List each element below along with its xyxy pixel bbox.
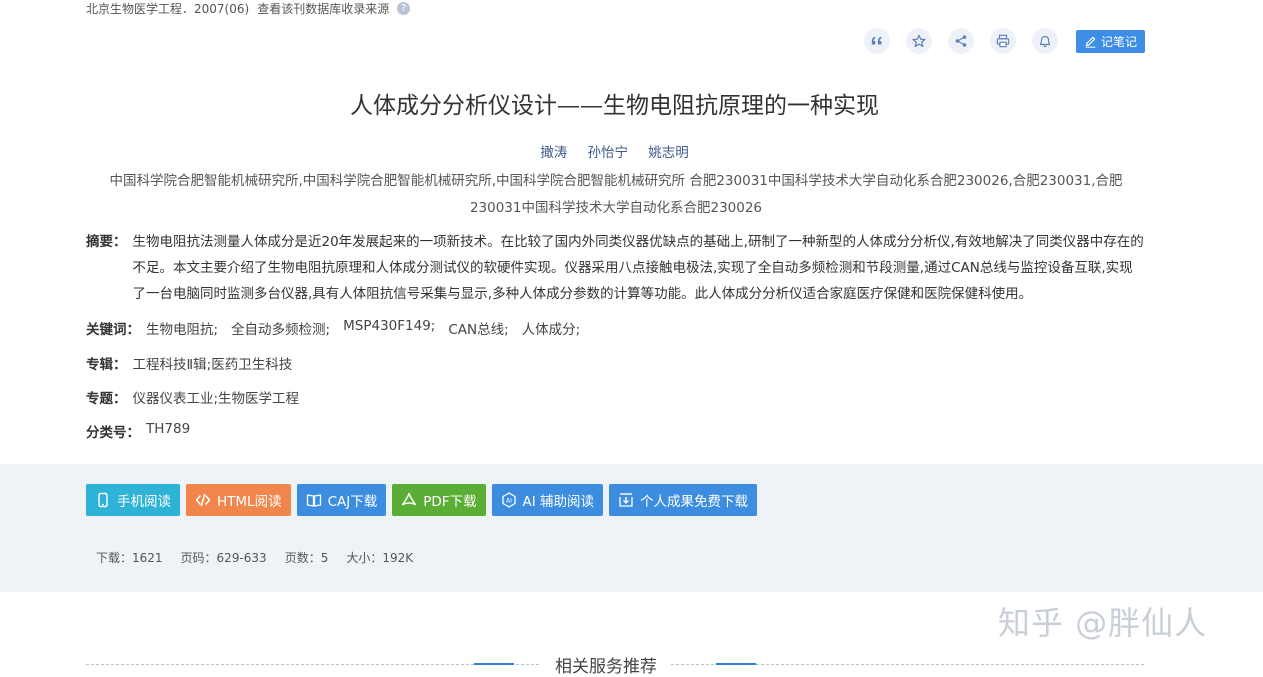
take-notes-label: 记笔记 [1101, 34, 1138, 49]
topic-value: 仪器仪表工业;生物医学工程 [132, 391, 300, 407]
classification-section: 分类号： TH789 [86, 421, 190, 441]
share-icon[interactable] [948, 28, 974, 54]
html-read-label: HTML阅读 [217, 494, 282, 510]
topic-label: 专题： [86, 391, 127, 407]
watermark: 知乎 @胖仙人 [998, 604, 1208, 642]
topic-section: 专题： 仪器仪表工业;生物医学工程 [86, 387, 299, 407]
caj-download-button[interactable]: CAJ下载 [296, 484, 387, 516]
print-icon[interactable] [990, 28, 1016, 54]
author-link[interactable]: 撖涛 [540, 145, 567, 161]
author-link[interactable]: 孙怡宁 [588, 145, 629, 161]
database-source-link[interactable]: 查看该刊数据库收录来源 [257, 0, 389, 17]
take-notes-button[interactable]: 记笔记 [1076, 29, 1146, 53]
phone-icon [98, 492, 108, 508]
quote-icon[interactable] [864, 28, 890, 54]
affiliation: 中国科学院合肥智能机械研究所,中国科学院合肥智能机械研究所,中国科学院合肥智能机… [109, 173, 1123, 216]
author-link[interactable]: 姚志明 [648, 145, 689, 161]
file-stats: 下载：1621 页码：629-633 页数：5 大小：192K [96, 549, 413, 566]
pencil-icon [1085, 36, 1096, 48]
divider-accent [474, 663, 514, 665]
abstract-section: 摘要： 生物电阻抗法测量人体成分是近20年发展起来的一项新技术。在比较了国内外同… [86, 229, 1146, 307]
ai-icon: AI [501, 492, 516, 508]
keyword-link[interactable]: 人体成分; [522, 318, 581, 338]
star-icon[interactable] [906, 28, 932, 54]
question-icon[interactable]: ? [397, 2, 411, 15]
related-services-header: 相关服务推荐 [86, 650, 1144, 677]
keywords-label: 关键词： [86, 322, 140, 338]
ai-read-label: AI 辅助阅读 [522, 494, 595, 510]
pdf-icon [402, 492, 417, 506]
author-list: 撖涛 孙怡宁 姚志明 [0, 141, 1229, 161]
keyword-link[interactable]: CAN总线; [448, 318, 508, 338]
journal-link[interactable]: 北京生物医学工程．2007(06) [86, 0, 249, 17]
related-services-title: 相关服务推荐 [541, 652, 671, 677]
classification-label: 分类号： [86, 425, 140, 441]
caj-download-label: CAJ下载 [327, 494, 378, 510]
keyword-link[interactable]: 生物电阻抗; [146, 318, 218, 338]
classification-value: TH789 [146, 421, 191, 437]
keyword-link[interactable]: 全自动多频检测; [231, 318, 330, 338]
personal-download-button[interactable]: 个人成果免费下载 [609, 484, 758, 516]
html-read-button[interactable]: HTML阅读 [186, 484, 291, 516]
series-value: 工程科技Ⅱ辑;医药卫生科技 [132, 357, 293, 373]
book-icon [306, 494, 321, 507]
abstract-label: 摘要： [86, 234, 127, 250]
pdf-download-label: PDF下载 [423, 494, 477, 510]
series-label: 专辑： [86, 357, 127, 373]
code-icon [195, 493, 211, 507]
ai-read-button[interactable]: AI AI 辅助阅读 [491, 484, 604, 516]
article-title: 人体成分分析仪设计——生物电阻抗原理的一种实现 [350, 93, 879, 119]
svg-text:AI: AI [506, 498, 512, 505]
file-size: 大小：192K [346, 551, 414, 565]
download-count: 下载：1621 [96, 551, 163, 565]
reading-download-buttons: 手机阅读 HTML阅读 CAJ下载 PDF下载 AI AI 辅助阅读 个人成果免… [86, 484, 758, 516]
divider-accent [716, 663, 756, 665]
bell-icon[interactable] [1032, 28, 1058, 54]
personal-download-label: 个人成果免费下载 [640, 494, 749, 510]
keywords-section: 关键词： 生物电阻抗; 全自动多频检测; MSP430F149; CAN总线; … [86, 318, 580, 338]
keyword-link[interactable]: MSP430F149; [343, 318, 435, 338]
page-range: 页码：629-633 [180, 551, 267, 565]
download-icon [619, 493, 633, 507]
mobile-read-label: 手机阅读 [117, 494, 171, 510]
pdf-download-button[interactable]: PDF下载 [392, 484, 486, 516]
series-section: 专辑： 工程科技Ⅱ辑;医药卫生科技 [86, 353, 292, 373]
article-toolbar: 记笔记 [864, 28, 1146, 54]
source-line: 北京生物医学工程．2007(06) 查看该刊数据库收录来源 ? [86, 0, 411, 17]
abstract-text: 生物电阻抗法测量人体成分是近20年发展起来的一项新技术。在比较了国内外同类仪器优… [132, 234, 1144, 302]
page-count: 页数：5 [284, 551, 329, 565]
mobile-read-button[interactable]: 手机阅读 [86, 484, 180, 516]
